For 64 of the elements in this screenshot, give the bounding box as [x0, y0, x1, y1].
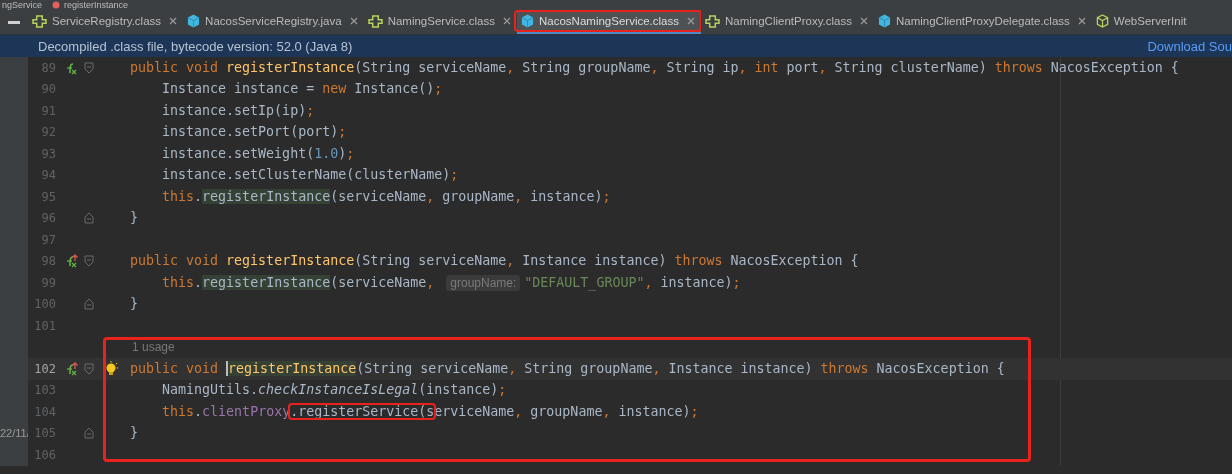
code-line: public void registerInstance(String serviceName, String groupName, String ip, int port, String clusterName) throws NacosException { — [129, 58, 1179, 77]
close-icon[interactable] — [859, 17, 868, 25]
interface-icon — [705, 14, 720, 28]
line-number: 94 — [41, 168, 56, 183]
fold-marker-icon[interactable] — [84, 362, 94, 375]
code-line: } — [129, 424, 139, 443]
code-line: instance.setIp(ip); — [161, 101, 315, 120]
banner-message: Decompiled .class file, bytecode version: 52.0 (Java 8) — [38, 38, 353, 54]
breadcrumb-item[interactable]: registerInstance — [64, 0, 129, 10]
code-line: Instance instance = new Instance(); — [161, 80, 443, 99]
code-line: instance.setPort(port); — [161, 123, 347, 142]
code-line: this.registerInstance(serviceName, groupName, instance); — [161, 187, 611, 206]
class-icon — [187, 14, 201, 28]
minus-icon — [8, 20, 20, 24]
line-number: 91 — [41, 103, 56, 118]
interface-icon — [367, 14, 383, 28]
class-icon — [877, 14, 891, 28]
line-number: 90 — [41, 82, 56, 97]
class-icon — [521, 14, 534, 28]
line-number: 105 — [34, 426, 56, 441]
code-line: NamingUtils.checkInstanceIsLegal(instance); — [161, 381, 507, 400]
interface-icon — [32, 14, 47, 28]
code-line: instance.setWeight(1.0); — [161, 144, 355, 163]
close-icon[interactable] — [1077, 17, 1086, 25]
breadcrumb-item[interactable]: ngService — [2, 0, 43, 10]
line-number: 95 — [41, 189, 56, 204]
line-number: 98 — [41, 254, 56, 269]
code-line: instance.setClusterName(clusterName); — [161, 166, 459, 185]
usage-hint[interactable]: 1 usage — [132, 340, 175, 355]
code-line: public void registerInstance(String serviceName, String groupName, Instance instance) throws NacosException { — [129, 359, 1005, 378]
fold-marker-icon[interactable] — [84, 298, 94, 311]
code-line: this.clientProxy.registerService(s erviceName, groupName, instance); — [161, 402, 699, 421]
line-number: 97 — [41, 232, 56, 247]
line-number: 96 — [41, 211, 56, 226]
line-number: 102 — [34, 361, 56, 376]
override-marker-icon[interactable] — [64, 254, 78, 269]
line-number: 104 — [34, 404, 56, 419]
method-icon — [52, 1, 61, 9]
line-number: 106 — [34, 447, 56, 462]
cube-icon — [1095, 14, 1109, 28]
line-number: 101 — [34, 318, 56, 333]
override-marker-icon[interactable] — [64, 361, 78, 376]
line-number: 92 — [41, 125, 56, 140]
line-number: 99 — [41, 275, 56, 290]
code-line: } — [129, 209, 139, 228]
close-icon[interactable] — [503, 17, 511, 25]
line-number: 103 — [34, 383, 56, 398]
code-line: public void registerInstance(String serviceName, Instance instance) throws NacosException { — [129, 252, 859, 271]
line-number: 100 — [34, 297, 56, 312]
implements-marker-icon[interactable] — [64, 60, 78, 75]
close-icon[interactable] — [169, 17, 178, 25]
fold-marker-icon[interactable] — [84, 61, 94, 74]
fold-marker-icon[interactable] — [84, 427, 94, 440]
close-icon[interactable] — [349, 17, 358, 25]
code-line: this.registerInstance(serviceName, groupName: "DEFAULT_GROUP", instance); — [161, 273, 741, 292]
code-line: } — [129, 295, 139, 314]
fold-marker-icon[interactable] — [84, 255, 94, 268]
lightbulb-icon[interactable] — [104, 360, 118, 377]
line-number: 93 — [41, 146, 56, 161]
download-link[interactable]: Download Sou — [1147, 38, 1232, 54]
fold-marker-icon[interactable] — [84, 212, 94, 225]
editor-tab[interactable]: NacosNamingService.class — [517, 10, 701, 34]
line-number: 89 — [41, 60, 56, 75]
close-icon[interactable] — [687, 17, 695, 25]
